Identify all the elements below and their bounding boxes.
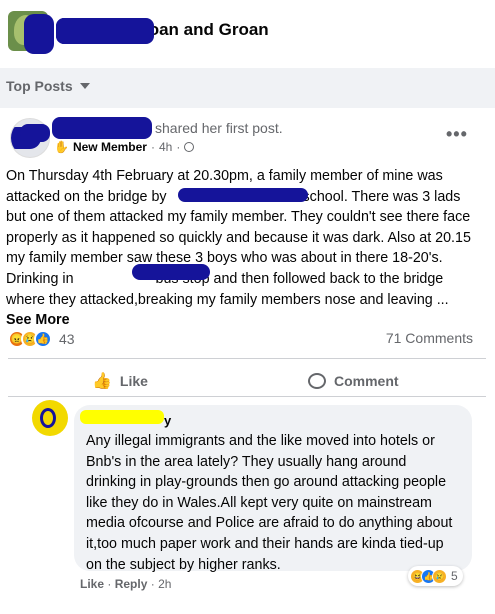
redaction-mark xyxy=(56,18,154,44)
highlight-mark xyxy=(80,410,164,424)
commenter-avatar[interactable] xyxy=(32,400,68,436)
comment-reactions[interactable]: 😆 👍 😢 5 xyxy=(408,566,463,586)
more-dots-icon[interactable]: ••• xyxy=(446,124,468,145)
redaction-mark xyxy=(178,188,308,202)
thumbs-up-icon: 👍 xyxy=(92,373,112,390)
comment-actions: Like · Reply · 2h xyxy=(80,577,171,591)
shared-text: shared her first post. xyxy=(155,120,283,136)
meta-sep: · xyxy=(150,577,155,591)
globe-icon xyxy=(184,142,195,152)
comment-icon xyxy=(308,373,326,389)
chevron-down-icon[interactable] xyxy=(80,83,90,89)
comment-reaction-count: 5 xyxy=(451,569,458,583)
comment-button-label: Comment xyxy=(334,373,399,389)
post-card: shared her first post. ✋ New Member · 4h… xyxy=(0,108,495,614)
comments-count[interactable]: 71 Comments xyxy=(386,330,473,346)
redaction-mark xyxy=(24,14,54,54)
comment-like-link[interactable]: Like xyxy=(80,577,104,591)
post-meta: ✋ New Member · 4h · xyxy=(54,140,195,154)
hand-icon: ✋ xyxy=(54,140,69,154)
reaction-count: 43 xyxy=(59,331,75,347)
member-badge[interactable]: New Member xyxy=(73,140,147,154)
comment-author-text: y xyxy=(164,413,172,428)
redaction-mark xyxy=(132,264,210,280)
like-button[interactable]: 👍 Like xyxy=(92,366,148,396)
like-reaction-icon: 👍 xyxy=(34,330,52,348)
see-more-link[interactable]: See More xyxy=(6,312,70,328)
redaction-mark xyxy=(20,124,50,142)
comment-text: Any illegal immigrants and the like move… xyxy=(86,433,453,573)
like-button-label: Like xyxy=(119,373,148,389)
divider xyxy=(8,358,486,359)
comment-time[interactable]: 2h xyxy=(158,577,171,591)
meta-sep: · xyxy=(176,140,181,154)
sad-reaction-icon: 😢 xyxy=(432,568,447,584)
reactions-summary[interactable]: 😠 😢 👍 43 xyxy=(8,330,75,348)
comment-reply-link[interactable]: Reply xyxy=(115,577,148,591)
divider xyxy=(8,396,486,397)
post-time[interactable]: 4h xyxy=(159,140,172,154)
comment-bubble: y Any illegal immigrants and the like mo… xyxy=(74,405,472,573)
redaction-mark xyxy=(52,117,152,139)
sort-bar: Top Posts xyxy=(0,68,495,108)
sort-dropdown[interactable]: Top Posts xyxy=(6,78,73,94)
meta-sep: · xyxy=(150,140,155,154)
meta-sep: · xyxy=(107,577,112,591)
comment-button[interactable]: Comment xyxy=(308,366,399,396)
